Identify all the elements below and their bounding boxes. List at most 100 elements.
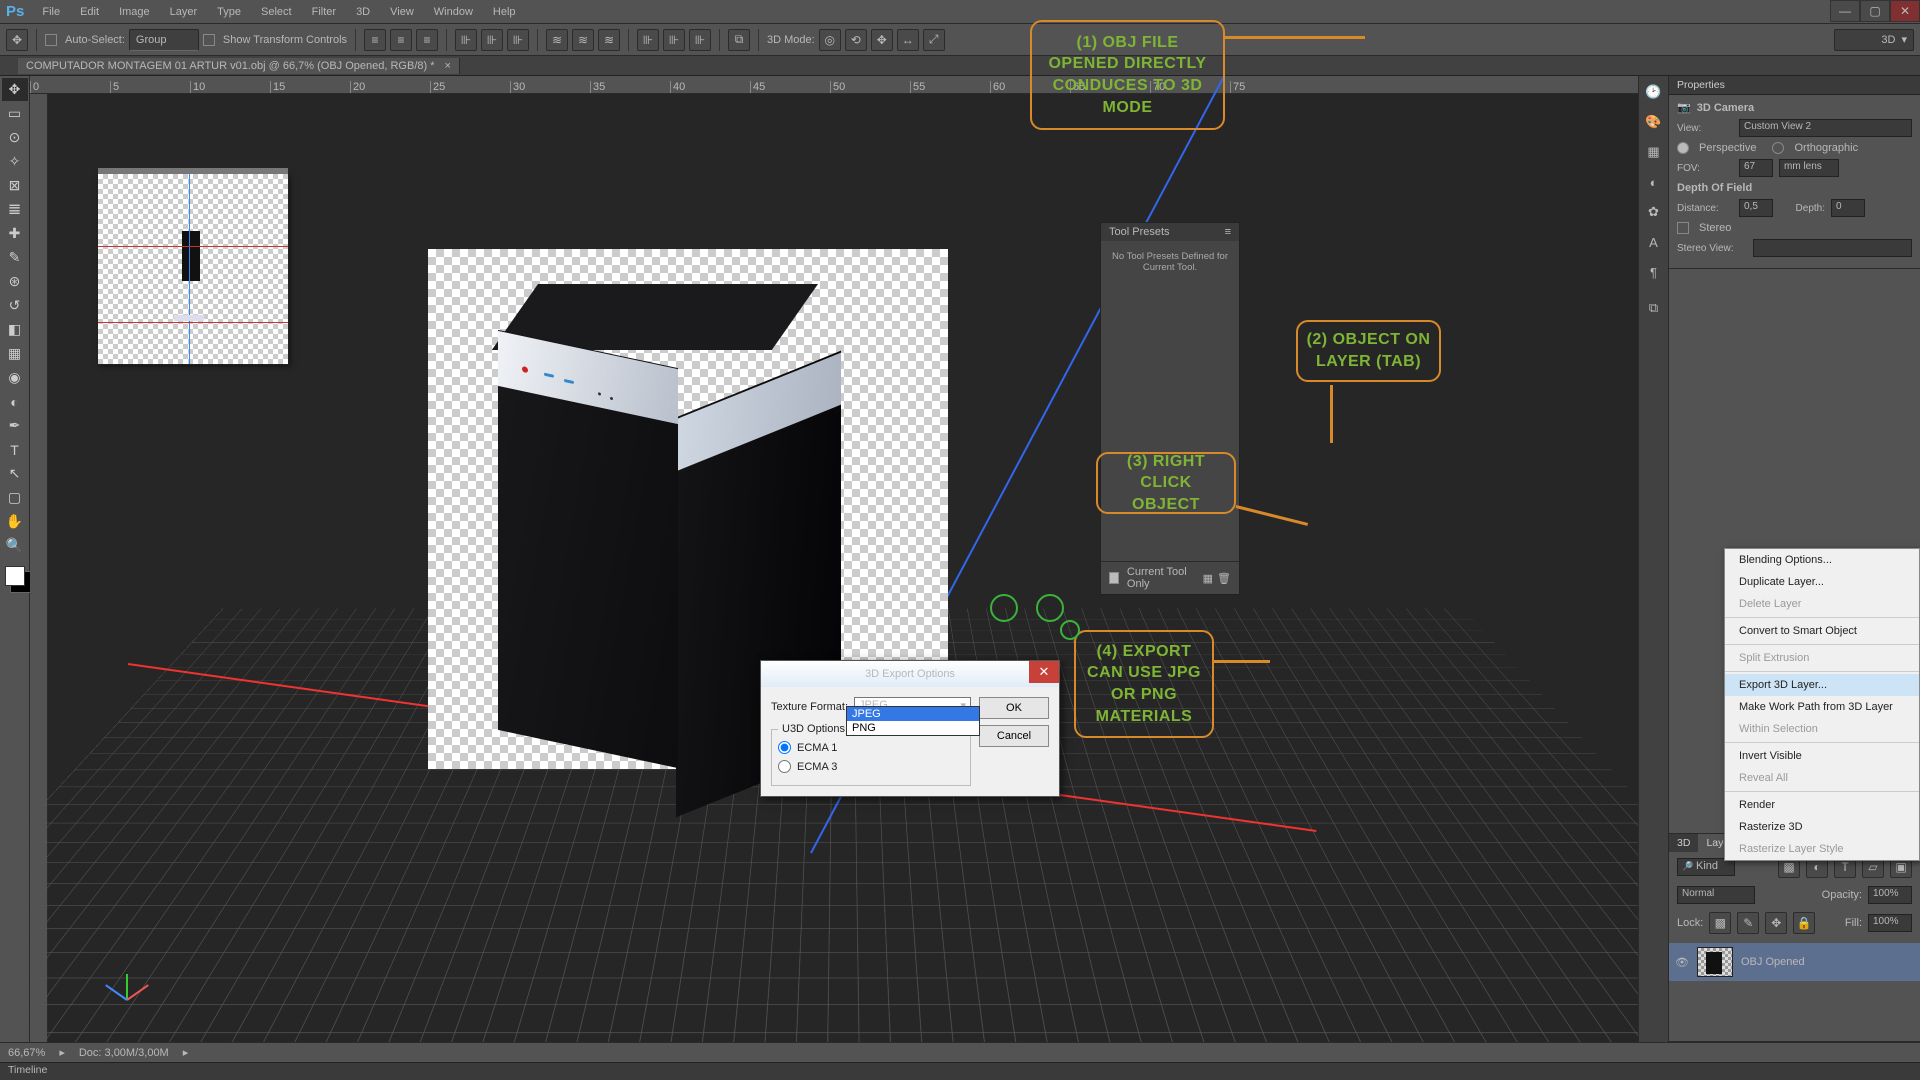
perspective-radio[interactable] <box>1677 142 1689 154</box>
history-brush-tool-icon[interactable]: ↺ <box>2 294 28 317</box>
path-select-tool-icon[interactable]: ↖ <box>2 462 28 485</box>
color-swatch[interactable] <box>5 566 25 586</box>
new-preset-icon[interactable]: ▦ <box>1203 572 1213 585</box>
shape-tool-icon[interactable]: ▢ <box>2 486 28 509</box>
viewport[interactable] <box>48 94 1638 1042</box>
trash-icon[interactable]: 🗑 <box>1217 572 1231 585</box>
lock-all-icon[interactable]: 🔒 <box>1793 912 1815 934</box>
align-icon[interactable]: ⊪ <box>481 29 503 51</box>
ecma3-radio[interactable] <box>778 760 791 773</box>
menu-file[interactable]: File <box>32 2 70 22</box>
healing-tool-icon[interactable]: ✚ <box>2 222 28 245</box>
close-button[interactable]: ✕ <box>1890 0 1920 22</box>
swatches-panel-icon[interactable]: ▦ <box>1642 140 1666 164</box>
menu-select[interactable]: Select <box>251 2 302 22</box>
layer-row[interactable]: 👁 OBJ Opened <box>1669 943 1920 981</box>
ok-button[interactable]: OK <box>979 697 1049 719</box>
eraser-tool-icon[interactable]: ◧ <box>2 318 28 341</box>
align-icon[interactable]: ≡ <box>416 29 438 51</box>
ctx-export-3d-layer[interactable]: Export 3D Layer... <box>1725 674 1919 696</box>
ctx-rasterize-3d[interactable]: Rasterize 3D <box>1725 816 1919 838</box>
roll-icon[interactable]: ⟲ <box>845 29 867 51</box>
type-tool-icon[interactable]: T <box>2 438 28 461</box>
stamp-tool-icon[interactable]: ⊛ <box>2 270 28 293</box>
move-tool-icon[interactable]: ✥ <box>2 78 28 101</box>
auto-select-check[interactable] <box>45 34 57 46</box>
layer-name[interactable]: OBJ Opened <box>1741 956 1805 968</box>
panel-menu-icon[interactable]: ≡ <box>1225 226 1231 238</box>
align-icon[interactable]: ⊪ <box>455 29 477 51</box>
lock-trans-icon[interactable]: ▩ <box>1709 912 1731 934</box>
menu-edit[interactable]: Edit <box>70 2 109 22</box>
layer-context-menu[interactable]: Blending Options...Duplicate Layer...Del… <box>1724 548 1920 861</box>
pen-tool-icon[interactable]: ✒ <box>2 414 28 437</box>
menu-layer[interactable]: Layer <box>160 2 208 22</box>
close-tab-icon[interactable]: × <box>445 60 451 72</box>
current-tool-check[interactable] <box>1109 572 1119 584</box>
adjustments-panel-icon[interactable]: ◐ <box>1642 170 1666 194</box>
blur-tool-icon[interactable]: ◉ <box>2 366 28 389</box>
move-tool-icon[interactable]: ✥ <box>6 29 28 51</box>
stereo-check[interactable] <box>1677 222 1689 234</box>
orthographic-radio[interactable] <box>1772 142 1784 154</box>
distribute-icon[interactable]: ≋ <box>546 29 568 51</box>
chevron-icon[interactable]: ▸ <box>59 1046 65 1059</box>
depth-input[interactable]: 0 <box>1831 199 1865 217</box>
chevron-icon[interactable]: ▸ <box>183 1046 189 1059</box>
menu-image[interactable]: Image <box>109 2 160 22</box>
distribute-icon[interactable]: ≋ <box>572 29 594 51</box>
opacity-input[interactable]: 100% <box>1868 886 1912 904</box>
menu-3d[interactable]: 3D <box>346 2 380 22</box>
ctx-blending-options[interactable]: Blending Options... <box>1725 549 1919 571</box>
document-tab[interactable]: COMPUTADOR MONTAGEM 01 ARTUR v01.obj @ 6… <box>18 58 460 74</box>
blend-mode-dropdown[interactable]: Normal <box>1677 886 1755 904</box>
brush-tool-icon[interactable]: ✎ <box>2 246 28 269</box>
fov-input[interactable]: 67 <box>1739 159 1773 177</box>
zoom-icon[interactable]: ⤢ <box>923 29 945 51</box>
properties-panel-header[interactable]: Properties <box>1669 76 1920 95</box>
visibility-icon[interactable]: 👁 <box>1675 956 1689 969</box>
para-panel-icon[interactable]: ¶ <box>1642 260 1666 284</box>
ctx-convert-to-smart-object[interactable]: Convert to Smart Object <box>1725 620 1919 642</box>
ctx-duplicate-layer[interactable]: Duplicate Layer... <box>1725 571 1919 593</box>
menu-filter[interactable]: Filter <box>302 2 346 22</box>
texture-format-options[interactable]: JPEG PNG <box>846 706 980 736</box>
eyedropper-tool-icon[interactable]: 𝌆 <box>2 198 28 221</box>
axis-widget-icon[interactable] <box>116 960 156 1000</box>
stereo-view-dropdown[interactable] <box>1753 239 1912 257</box>
distribute-icon[interactable]: ⊪ <box>637 29 659 51</box>
dodge-tool-icon[interactable]: ◐ <box>2 390 28 413</box>
maximize-button[interactable]: ▢ <box>1860 0 1890 22</box>
char-panel-icon[interactable]: A <box>1642 230 1666 254</box>
align-icon[interactable]: ≡ <box>390 29 412 51</box>
color-panel-icon[interactable]: 🎨 <box>1642 110 1666 134</box>
canvas[interactable]: 051015202530354045505560657075 <box>30 76 1638 1042</box>
tool-presets-panel[interactable]: Tool Presets≡ No Tool Presets Defined fo… <box>1100 222 1240 595</box>
minimize-button[interactable]: — <box>1830 0 1860 22</box>
ctx-invert-visible[interactable]: Invert Visible <box>1725 745 1919 767</box>
align-icon[interactable]: ≡ <box>364 29 386 51</box>
ctx-render[interactable]: Render <box>1725 794 1919 816</box>
menu-view[interactable]: View <box>380 2 424 22</box>
wand-tool-icon[interactable]: ✧ <box>2 150 28 173</box>
view-dropdown[interactable]: Custom View 2 <box>1739 119 1912 137</box>
zoom-tool-icon[interactable]: 🔍 <box>2 534 28 557</box>
menu-help[interactable]: Help <box>483 2 526 22</box>
option-jpeg[interactable]: JPEG <box>847 707 979 721</box>
lock-pos-icon[interactable]: ✥ <box>1765 912 1787 934</box>
secondary-view[interactable] <box>98 174 288 364</box>
slide-icon[interactable]: ↔ <box>897 29 919 51</box>
cancel-button[interactable]: Cancel <box>979 725 1049 747</box>
fov-unit-dropdown[interactable]: mm lens <box>1779 159 1839 177</box>
distance-input[interactable]: 0,5 <box>1739 199 1773 217</box>
gradient-tool-icon[interactable]: ▦ <box>2 342 28 365</box>
layer-thumbnail[interactable] <box>1697 947 1733 977</box>
3d-panel-icon[interactable]: ⧉ <box>1642 296 1666 320</box>
timeline-panel[interactable]: Timeline <box>0 1062 1920 1080</box>
history-panel-icon[interactable]: 🕑 <box>1642 80 1666 104</box>
orbit-icon[interactable]: ◎ <box>819 29 841 51</box>
option-png[interactable]: PNG <box>847 721 979 735</box>
workspace-dropdown[interactable]: 3D▾ <box>1834 29 1914 51</box>
lock-paint-icon[interactable]: ✎ <box>1737 912 1759 934</box>
distribute-icon[interactable]: ≋ <box>598 29 620 51</box>
